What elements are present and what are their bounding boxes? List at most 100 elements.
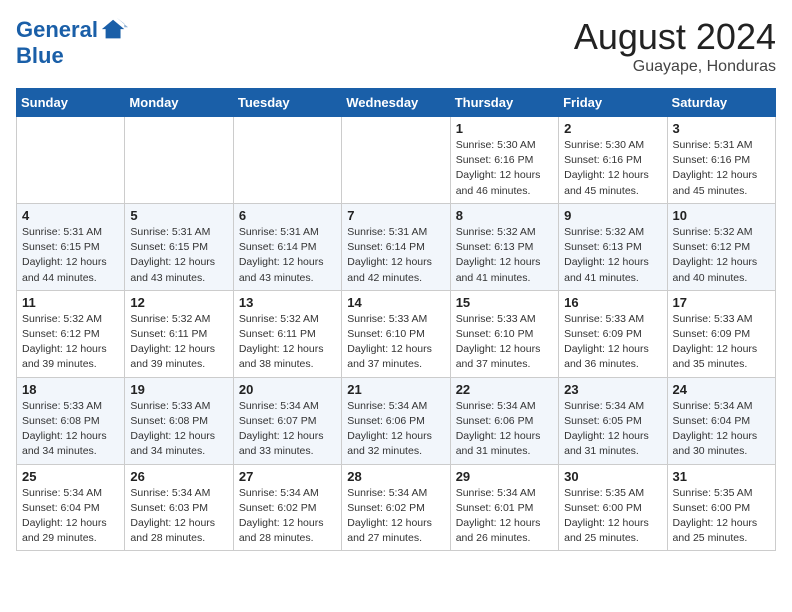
day-number: 11 [22,295,119,310]
day-info: Sunrise: 5:32 AM Sunset: 6:12 PM Dayligh… [673,225,770,286]
weekday-header-wednesday: Wednesday [342,89,450,117]
calendar-week-5: 25 Sunrise: 5:34 AM Sunset: 6:04 PM Dayli… [17,464,776,551]
calendar-cell: 7 Sunrise: 5:31 AM Sunset: 6:14 PM Daylig… [342,203,450,290]
logo-blue-text: Blue [16,44,128,68]
day-info: Sunrise: 5:34 AM Sunset: 6:02 PM Dayligh… [239,486,336,547]
weekday-header-saturday: Saturday [667,89,775,117]
calendar-cell: 28Sunrise: 5:34 AM Sunset: 6:02 PM Dayli… [342,464,450,551]
calendar-cell: 9 Sunrise: 5:32 AM Sunset: 6:13 PM Daylig… [559,203,667,290]
day-info: Sunrise: 5:32 AM Sunset: 6:13 PM Dayligh… [456,225,553,286]
title-block: August 2024 Guayape, Honduras [574,16,776,76]
weekday-header-tuesday: Tuesday [233,89,341,117]
day-info: Sunrise: 5:30 AM Sunset: 6:16 PM Dayligh… [564,138,661,199]
weekday-header-thursday: Thursday [450,89,558,117]
day-info: Sunrise: 5:34 AM Sunset: 6:06 PM Dayligh… [347,399,444,460]
day-info: Sunrise: 5:33 AM Sunset: 6:10 PM Dayligh… [456,312,553,373]
calendar-cell: 3 Sunrise: 5:31 AM Sunset: 6:16 PM Daylig… [667,117,775,204]
calendar-week-2: 4Sunrise: 5:31 AM Sunset: 6:15 PM Daylig… [17,203,776,290]
calendar-cell: 10 Sunrise: 5:32 AM Sunset: 6:12 PM Dayli… [667,203,775,290]
day-number: 25 [22,469,119,484]
day-number: 26 [130,469,227,484]
calendar-cell: 16 Sunrise: 5:33 AM Sunset: 6:09 PM Dayli… [559,290,667,377]
calendar-cell: 8 Sunrise: 5:32 AM Sunset: 6:13 PM Daylig… [450,203,558,290]
calendar-cell: 11 Sunrise: 5:32 AM Sunset: 6:12 PM Dayli… [17,290,125,377]
calendar-cell: 29 Sunrise: 5:34 AM Sunset: 6:01 PM Dayli… [450,464,558,551]
calendar-week-3: 11 Sunrise: 5:32 AM Sunset: 6:12 PM Dayli… [17,290,776,377]
day-number: 8 [456,208,553,223]
day-info: Sunrise: 5:33 AM Sunset: 6:09 PM Dayligh… [564,312,661,373]
day-info: Sunrise: 5:30 AM Sunset: 6:16 PM Dayligh… [456,138,553,199]
calendar-cell: 31 Sunrise: 5:35 AM Sunset: 6:00 PM Dayli… [667,464,775,551]
calendar-cell: 21 Sunrise: 5:34 AM Sunset: 6:06 PM Dayli… [342,377,450,464]
calendar-cell: 5Sunrise: 5:31 AM Sunset: 6:15 PM Daylig… [125,203,233,290]
day-info: Sunrise: 5:31 AM Sunset: 6:14 PM Dayligh… [239,225,336,286]
calendar-cell: 27 Sunrise: 5:34 AM Sunset: 6:02 PM Dayli… [233,464,341,551]
logo-icon [100,16,128,44]
day-info: Sunrise: 5:31 AM Sunset: 6:16 PM Dayligh… [673,138,770,199]
day-info: Sunrise: 5:32 AM Sunset: 6:11 PM Dayligh… [130,312,227,373]
calendar-cell: 4Sunrise: 5:31 AM Sunset: 6:15 PM Daylig… [17,203,125,290]
logo-text: General [16,18,98,42]
calendar-cell: 23Sunrise: 5:34 AM Sunset: 6:05 PM Dayli… [559,377,667,464]
day-number: 9 [564,208,661,223]
calendar-cell: 26 Sunrise: 5:34 AM Sunset: 6:03 PM Dayli… [125,464,233,551]
day-info: Sunrise: 5:34 AM Sunset: 6:05 PM Dayligh… [564,399,661,460]
day-number: 1 [456,121,553,136]
day-info: Sunrise: 5:34 AM Sunset: 6:04 PM Dayligh… [22,486,119,547]
day-number: 18 [22,382,119,397]
day-number: 19 [130,382,227,397]
day-info: Sunrise: 5:35 AM Sunset: 6:00 PM Dayligh… [564,486,661,547]
day-info: Sunrise: 5:33 AM Sunset: 6:10 PM Dayligh… [347,312,444,373]
day-number: 31 [673,469,770,484]
calendar-cell: 18Sunrise: 5:33 AM Sunset: 6:08 PM Dayli… [17,377,125,464]
calendar-week-4: 18 Sunrise: 5:33 AM Sunset: 6:08 PM Dayli… [17,377,776,464]
day-info: Sunrise: 5:34 AM Sunset: 6:02 PM Dayligh… [347,486,444,547]
day-number: 27 [239,469,336,484]
calendar-cell: 14 Sunrise: 5:33 AM Sunset: 6:10 PM Dayli… [342,290,450,377]
calendar-cell: 24Sunrise: 5:34 AM Sunset: 6:04 PM Dayli… [667,377,775,464]
day-number: 22 [456,382,553,397]
calendar-cell: 2Sunrise: 5:30 AM Sunset: 6:16 PM Daylig… [559,117,667,204]
logo: General Blue [16,16,128,68]
calendar-cell: 30 Sunrise: 5:35 AM Sunset: 6:00 PM Dayli… [559,464,667,551]
day-number: 3 [673,121,770,136]
calendar-cell [342,117,450,204]
day-number: 6 [239,208,336,223]
day-number: 14 [347,295,444,310]
day-number: 21 [347,382,444,397]
day-number: 12 [130,295,227,310]
page-header: General Blue August 2024 Guayape, Hondur… [16,16,776,76]
day-info: Sunrise: 5:33 AM Sunset: 6:09 PM Dayligh… [673,312,770,373]
day-number: 7 [347,208,444,223]
day-number: 30 [564,469,661,484]
calendar-week-1: 1 Sunrise: 5:30 AM Sunset: 6:16 PM Daylig… [17,117,776,204]
calendar-cell: 13Sunrise: 5:32 AM Sunset: 6:11 PM Dayli… [233,290,341,377]
day-info: Sunrise: 5:32 AM Sunset: 6:12 PM Dayligh… [22,312,119,373]
day-info: Sunrise: 5:35 AM Sunset: 6:00 PM Dayligh… [673,486,770,547]
day-info: Sunrise: 5:34 AM Sunset: 6:04 PM Dayligh… [673,399,770,460]
day-number: 10 [673,208,770,223]
day-info: Sunrise: 5:34 AM Sunset: 6:01 PM Dayligh… [456,486,553,547]
day-number: 5 [130,208,227,223]
day-number: 17 [673,295,770,310]
day-info: Sunrise: 5:32 AM Sunset: 6:13 PM Dayligh… [564,225,661,286]
calendar-cell: 19 Sunrise: 5:33 AM Sunset: 6:08 PM Dayli… [125,377,233,464]
calendar-cell [17,117,125,204]
day-number: 16 [564,295,661,310]
subtitle: Guayape, Honduras [574,58,776,76]
calendar-table: SundayMondayTuesdayWednesdayThursdayFrid… [16,88,776,551]
day-number: 29 [456,469,553,484]
calendar-cell: 20Sunrise: 5:34 AM Sunset: 6:07 PM Dayli… [233,377,341,464]
calendar-cell: 6 Sunrise: 5:31 AM Sunset: 6:14 PM Daylig… [233,203,341,290]
day-info: Sunrise: 5:33 AM Sunset: 6:08 PM Dayligh… [130,399,227,460]
day-info: Sunrise: 5:31 AM Sunset: 6:15 PM Dayligh… [22,225,119,286]
day-info: Sunrise: 5:31 AM Sunset: 6:14 PM Dayligh… [347,225,444,286]
day-info: Sunrise: 5:32 AM Sunset: 6:11 PM Dayligh… [239,312,336,373]
main-title: August 2024 [574,16,776,58]
weekday-header-sunday: Sunday [17,89,125,117]
day-info: Sunrise: 5:34 AM Sunset: 6:06 PM Dayligh… [456,399,553,460]
weekday-header-friday: Friday [559,89,667,117]
calendar-cell [233,117,341,204]
calendar-cell: 12 Sunrise: 5:32 AM Sunset: 6:11 PM Dayli… [125,290,233,377]
day-info: Sunrise: 5:34 AM Sunset: 6:03 PM Dayligh… [130,486,227,547]
